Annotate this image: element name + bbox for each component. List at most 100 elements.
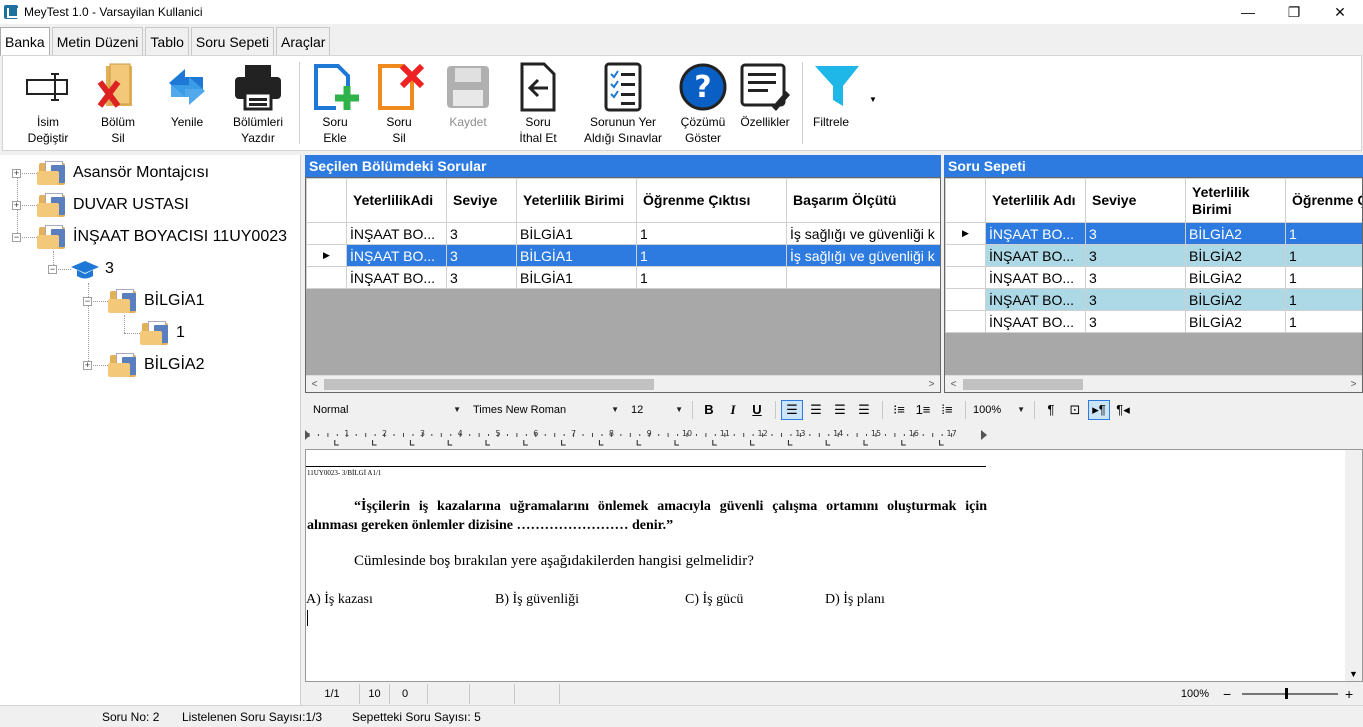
- basket-horizontal-scrollbar[interactable]: < >: [945, 375, 1362, 392]
- bold-button[interactable]: B: [698, 400, 720, 420]
- ltr-paragraph-icon[interactable]: ▸¶: [1088, 399, 1110, 420]
- row-header[interactable]: [945, 244, 986, 267]
- scroll-left-icon[interactable]: <: [306, 376, 323, 392]
- scroll-right-icon[interactable]: >: [1345, 376, 1362, 392]
- current-row-indicator-icon[interactable]: ▶: [306, 244, 347, 267]
- tab-soru-sepeti[interactable]: Soru Sepeti: [190, 27, 275, 55]
- font-size-dropdown[interactable]: 12 ▼: [623, 400, 687, 420]
- column-header[interactable]: Başarım Ölçütü: [786, 178, 940, 223]
- table-row[interactable]: İNŞAAT BO... 3 BİLGİA1 1 İş sağlığı ve g…: [306, 222, 940, 245]
- tree-node-asansor[interactable]: + Asansör Montajcısı: [12, 159, 209, 187]
- scroll-down-icon[interactable]: ▼: [1345, 666, 1362, 681]
- scroll-right-icon[interactable]: >: [923, 376, 940, 392]
- align-right-icon[interactable]: ☰: [829, 400, 851, 420]
- zoom-dropdown[interactable]: 100% ▼: [971, 400, 1029, 420]
- bullet-list-icon[interactable]: ⁝≡: [888, 400, 910, 420]
- tab-araclar[interactable]: Araçlar: [276, 27, 331, 55]
- column-header[interactable]: YeterlilikAdi: [346, 178, 447, 223]
- column-header[interactable]: Seviye: [1085, 178, 1186, 223]
- scroll-thumb[interactable]: [324, 379, 654, 390]
- show-paragraph-marks-icon[interactable]: ¶: [1040, 400, 1062, 420]
- column-header[interactable]: Yeterlilik Birimi: [1185, 178, 1286, 223]
- row-header[interactable]: [945, 266, 986, 289]
- filter-button[interactable]: ▼ Filtrele: [807, 56, 877, 150]
- expand-icon[interactable]: +: [83, 360, 92, 370]
- align-left-icon[interactable]: ☰: [781, 399, 803, 420]
- rtl-paragraph-icon[interactable]: ¶◂: [1112, 400, 1134, 420]
- table-row-selected[interactable]: ▶ İNŞAAT BO... 3 BİLGİA2 1: [945, 222, 1362, 245]
- editor-vertical-scrollbar[interactable]: ▼: [1345, 450, 1362, 681]
- section-tree[interactable]: + Asansör Montajcısı + DUVAR USTASI − İN…: [0, 155, 301, 705]
- tree-node-bilgia1[interactable]: − BİLGİA1: [83, 287, 204, 315]
- tab-metin-duzeni[interactable]: Metin Düzeni: [51, 27, 144, 55]
- column-header[interactable]: Yeterlilik Birimi: [516, 178, 637, 223]
- ruler-number: 8: [609, 429, 614, 438]
- current-row-indicator-icon[interactable]: ▶: [945, 222, 986, 245]
- expand-icon[interactable]: +: [12, 200, 21, 210]
- tree-node-level-3[interactable]: − 3: [48, 255, 114, 283]
- close-button[interactable]: ✕: [1317, 0, 1363, 24]
- tree-node-bilgia1-1[interactable]: 1: [140, 319, 185, 347]
- show-solution-button[interactable]: ? Çözümü Göster: [674, 56, 732, 150]
- import-question-button[interactable]: Soru İthal Et: [504, 56, 572, 150]
- expand-icon[interactable]: +: [12, 168, 21, 178]
- zoom-slider-thumb[interactable]: [1285, 688, 1288, 699]
- column-header[interactable]: Öğrenme Çıktısı: [1285, 178, 1362, 223]
- table-row[interactable]: İNŞAAT BO... 3 BİLGİA1 1: [306, 266, 940, 289]
- collapse-icon[interactable]: −: [12, 232, 21, 242]
- add-question-button[interactable]: Soru Ekle: [304, 56, 366, 150]
- column-header[interactable]: Yeterlilik Adı: [985, 178, 1086, 223]
- questions-horizontal-scrollbar[interactable]: < >: [306, 375, 940, 392]
- minimize-button[interactable]: —: [1225, 0, 1271, 24]
- zoom-in-icon[interactable]: +: [1345, 684, 1353, 704]
- row-header[interactable]: [306, 222, 347, 245]
- zoom-out-icon[interactable]: −: [1223, 684, 1231, 704]
- italic-button[interactable]: I: [722, 400, 744, 420]
- refresh-button[interactable]: Yenile: [153, 56, 221, 150]
- style-dropdown[interactable]: Normal ▼: [305, 400, 465, 420]
- row-header[interactable]: [945, 310, 986, 333]
- table-row-selected[interactable]: ▶ İNŞAAT BO... 3 BİLGİA1 1 İş sağlığı ve…: [306, 244, 940, 267]
- align-justify-icon[interactable]: ☰: [853, 400, 875, 420]
- scroll-thumb[interactable]: [963, 379, 1083, 390]
- align-center-icon[interactable]: ☰: [805, 400, 827, 420]
- tree-node-duvar-ustasi[interactable]: + DUVAR USTASI: [12, 191, 189, 219]
- tree-node-bilgia2[interactable]: + BİLGİA2: [83, 351, 204, 379]
- column-header[interactable]: Seviye: [446, 178, 517, 223]
- filter-dropdown-icon[interactable]: ▼: [869, 92, 877, 108]
- save-disk-icon: [443, 62, 493, 112]
- delete-question-button[interactable]: Soru Sil: [366, 56, 432, 150]
- properties-button[interactable]: Özellikler: [732, 56, 798, 150]
- maximize-button[interactable]: ❐: [1271, 0, 1317, 24]
- numbered-list-icon[interactable]: 1≡: [912, 400, 934, 420]
- tree-node-insaat-boyacisi[interactable]: − İNŞAAT BOYACISI 11UY0023: [12, 223, 287, 251]
- delete-section-button[interactable]: Bölüm Sil: [83, 56, 153, 150]
- filter-funnel-icon: ▼: [813, 62, 877, 112]
- collapse-icon[interactable]: −: [83, 296, 92, 306]
- row-header[interactable]: [306, 266, 347, 289]
- save-button[interactable]: Kaydet: [432, 56, 504, 150]
- question-editor[interactable]: 11UY0023- 3/BİLGİ A1/1 “İşçilerin iş kaz…: [305, 449, 1363, 682]
- collapse-icon[interactable]: −: [48, 264, 57, 274]
- tab-tablo[interactable]: Tablo: [145, 27, 189, 55]
- page-layout-icon[interactable]: ⊡: [1064, 400, 1086, 420]
- table-row[interactable]: İNŞAAT BO... 3 BİLGİA2 1: [945, 244, 1362, 267]
- column-header[interactable]: Öğrenme Çıktısı: [636, 178, 787, 223]
- table-row[interactable]: İNŞAAT BO... 3 BİLGİA2 1: [945, 310, 1362, 333]
- multilevel-list-icon[interactable]: ⁞≡: [936, 400, 958, 420]
- questions-header-row: YeterlilikAdi Seviye Yeterlilik Birimi Ö…: [306, 178, 940, 223]
- tab-banka[interactable]: Banka: [0, 27, 50, 56]
- question-exams-button[interactable]: Sorunun Yer Aldığı Sınavlar: [572, 56, 674, 150]
- table-row[interactable]: İNŞAAT BO... 3 BİLGİA2 1: [945, 288, 1362, 311]
- questions-grid[interactable]: YeterlilikAdi Seviye Yeterlilik Birimi Ö…: [305, 177, 941, 393]
- print-sections-button[interactable]: Bölümleri Yazdır: [221, 56, 295, 150]
- ruler[interactable]: 1 2 3 4 5 6 7 8 9 10 11 12 13 14 15 16 17: [305, 424, 987, 446]
- rename-button[interactable]: İsim Değiştir: [13, 56, 83, 150]
- underline-button[interactable]: U: [746, 400, 768, 420]
- font-dropdown[interactable]: Times New Roman ▼: [465, 400, 623, 420]
- table-row[interactable]: İNŞAAT BO... 3 BİLGİA2 1: [945, 266, 1362, 289]
- basket-grid[interactable]: Yeterlilik Adı Seviye Yeterlilik Birimi …: [944, 177, 1363, 393]
- zoom-slider-track[interactable]: [1242, 693, 1338, 695]
- scroll-left-icon[interactable]: <: [945, 376, 962, 392]
- row-header[interactable]: [945, 288, 986, 311]
